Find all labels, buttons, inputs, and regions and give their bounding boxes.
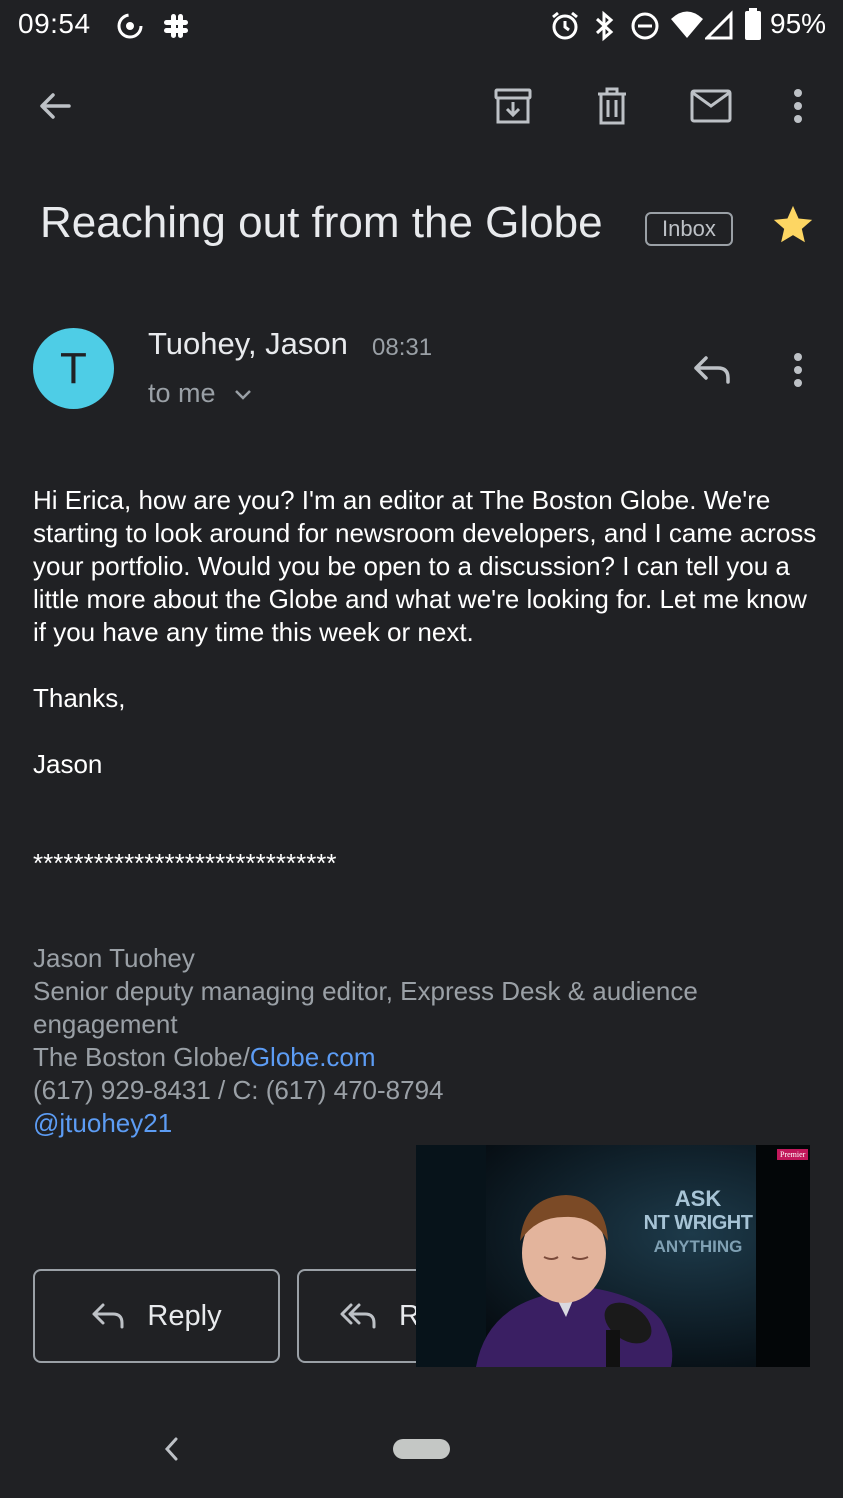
twitter-handle-link[interactable]: @jtuohey21 (33, 1107, 823, 1140)
body-paragraph: Hi Erica, how are you? I'm an editor at … (33, 485, 817, 647)
mail-icon (690, 89, 732, 123)
video-sign: ASK NT WRIGHT ANYTHING (638, 1187, 758, 1259)
sign-line-1: ASK (674, 1186, 722, 1211)
archive-button[interactable] (483, 76, 543, 136)
sender-avatar: T (33, 328, 114, 409)
chevron-left-icon (160, 1435, 184, 1463)
recipient-details[interactable]: to me (148, 378, 253, 409)
status-time: 09:54 (18, 8, 91, 39)
archive-icon (493, 86, 533, 126)
slack-icon (160, 10, 192, 42)
home-pill-button[interactable] (393, 1439, 450, 1459)
inbox-label-chip[interactable]: Inbox (645, 212, 733, 246)
signature-title: Senior deputy managing editor, Express D… (33, 976, 698, 1006)
signature-org: The Boston Globe/Globe.com (33, 1041, 823, 1074)
quick-reply-button[interactable] (682, 340, 742, 400)
reply-label: Reply (147, 1299, 222, 1332)
nav-back-button[interactable] (160, 1435, 184, 1463)
premier-badge: Premier (777, 1149, 809, 1160)
org-name: The Boston Globe/ (33, 1042, 250, 1072)
arrow-back-icon (37, 88, 73, 124)
signature-separator: ****************************** (33, 848, 337, 878)
reply-button[interactable]: Reply (33, 1269, 280, 1363)
email-signature: Jason Tuohey Senior deputy managing edit… (33, 942, 823, 1140)
more-options-button[interactable] (768, 76, 828, 136)
wifi-icon (670, 10, 704, 40)
body-thanks: Thanks, (33, 683, 126, 713)
alarm-icon (550, 10, 580, 42)
battery-icon (744, 8, 762, 40)
email-subject: Reaching out from the Globe (40, 198, 603, 247)
cell-signal-icon (705, 10, 733, 40)
bluetooth-icon (592, 10, 616, 42)
recipient-label: to me (148, 378, 216, 408)
email-body: Hi Erica, how are you? I'm an editor at … (33, 484, 823, 880)
sign-line-2: NT WRIGHT (643, 1212, 753, 1234)
signature-phone: (617) 929-8431 / C: (617) 470-8794 (33, 1075, 444, 1105)
star-icon[interactable] (770, 202, 816, 248)
email-time: 08:31 (372, 334, 433, 361)
dnd-icon (630, 10, 660, 42)
body-name: Jason (33, 749, 103, 779)
reply-icon (692, 354, 732, 386)
reply-icon (91, 1302, 125, 1330)
signature-title-cont: engagement (33, 1009, 178, 1039)
sender-name[interactable]: Tuohey, Jason (148, 326, 348, 362)
chevron-down-icon (233, 388, 253, 402)
trash-icon (594, 86, 630, 126)
back-button[interactable] (25, 76, 85, 136)
delete-button[interactable] (582, 76, 642, 136)
more-vert-icon (793, 88, 803, 124)
sync-icon (114, 10, 146, 42)
battery-percent: 95% (770, 8, 827, 39)
message-more-button[interactable] (768, 340, 828, 400)
more-vert-icon (793, 352, 803, 388)
reply-all-icon (339, 1302, 377, 1330)
sign-line-3: ANYTHING (653, 1237, 743, 1256)
signature-name: Jason Tuohey (33, 943, 195, 973)
globe-link[interactable]: Globe.com (250, 1042, 376, 1072)
mark-unread-button[interactable] (681, 76, 741, 136)
pip-video-player[interactable]: Premier ASK NT WRIGHT ANYTHING (416, 1145, 810, 1367)
